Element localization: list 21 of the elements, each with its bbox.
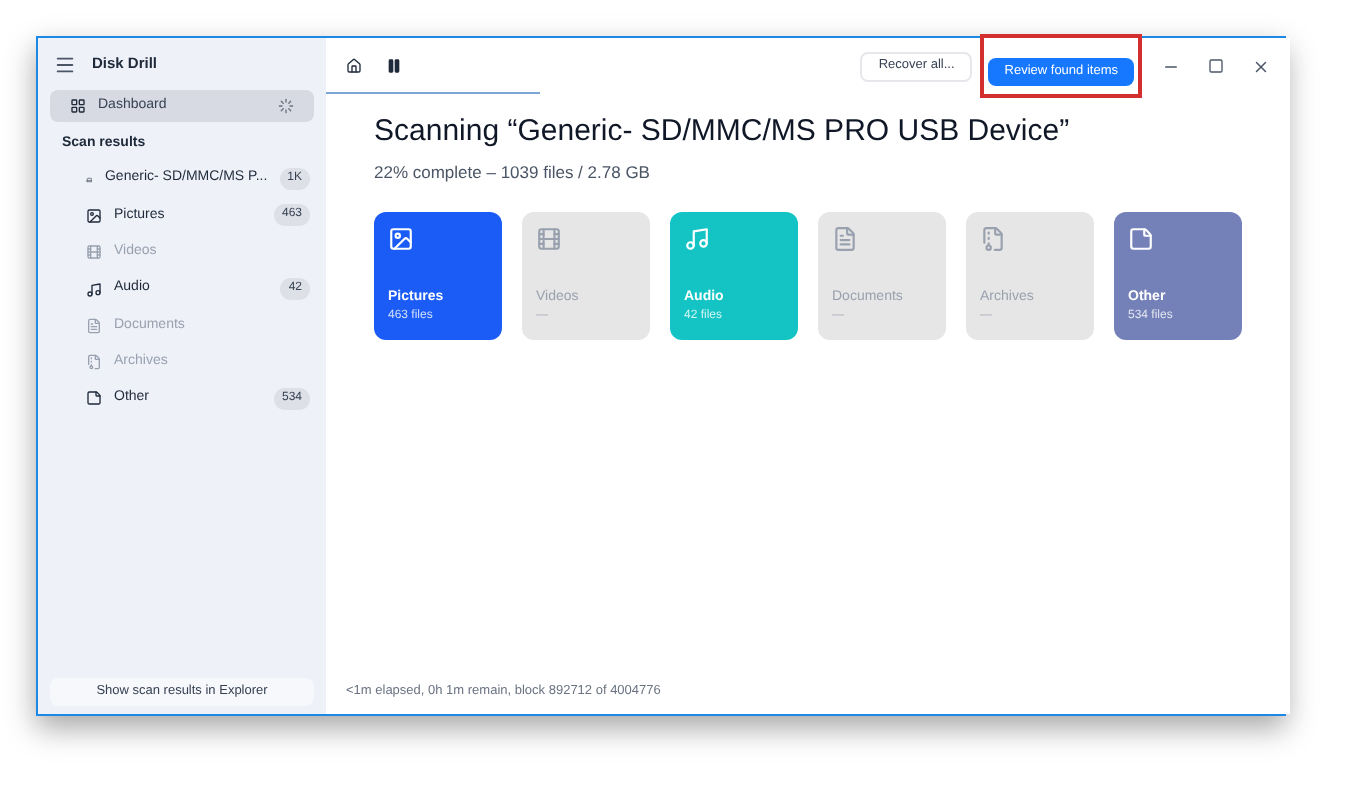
scan-title: Scanning “Generic- SD/MMC/MS PRO USB Device”: [374, 112, 1072, 152]
film-icon: [536, 226, 562, 253]
film-icon: [86, 244, 102, 261]
grid-icon: [70, 98, 86, 114]
menu-icon[interactable]: [54, 53, 76, 75]
document-icon: [86, 317, 102, 334]
archive-icon: [980, 226, 1006, 253]
note-icon: [86, 390, 102, 407]
home-icon[interactable]: [346, 58, 362, 74]
document-icon: [832, 226, 858, 253]
music-note-icon: [86, 281, 102, 298]
note-icon: [1128, 226, 1154, 253]
scan-subtitle: 22% complete – 1039 files / 2.78 GB: [374, 159, 652, 185]
spinner-icon: [278, 98, 294, 114]
music-note-icon: [684, 226, 710, 253]
pause-icon[interactable]: [386, 58, 402, 74]
close-icon[interactable]: [1252, 57, 1270, 75]
archive-icon: [86, 354, 102, 371]
image-icon: [388, 226, 414, 253]
maximize-icon[interactable]: [1208, 58, 1224, 74]
image-icon: [86, 207, 102, 224]
